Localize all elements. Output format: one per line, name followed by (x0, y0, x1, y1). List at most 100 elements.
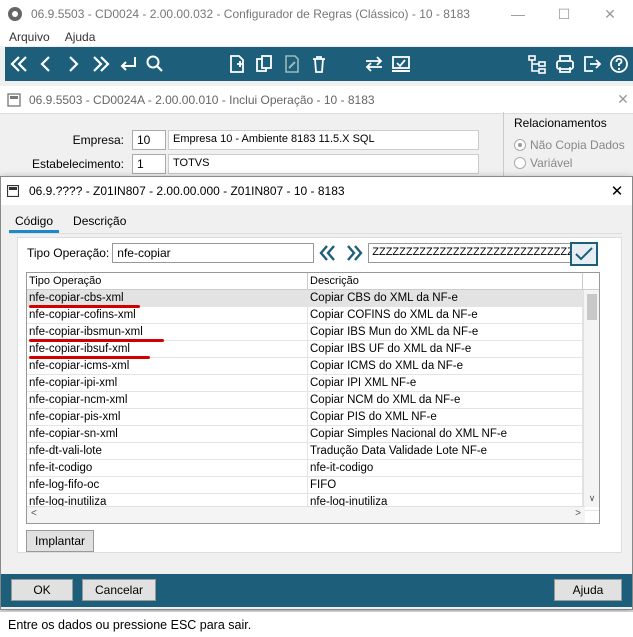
print-button[interactable] (551, 49, 578, 79)
cancelar-button[interactable]: Cancelar (82, 579, 156, 601)
cell-tipo-operacao: nfe-copiar-pis-xml (27, 409, 308, 425)
menu-ajuda[interactable]: Ajuda (65, 30, 96, 44)
cell-tipo-operacao: nfe-copiar-ncm-xml (27, 392, 308, 408)
table-row[interactable]: nfe-copiar-ipi-xml Copiar IPI XML NF-e (27, 375, 599, 392)
column-header-tipo-operacao[interactable]: Tipo Operação (27, 273, 308, 289)
dialog-title: 06.9.???? - Z01IN807 - 2.00.00.000 - Z01… (29, 184, 345, 198)
close-button[interactable]: ✕ (587, 0, 633, 28)
cell-tipo-operacao: nfe-copiar-cofins-xml (27, 307, 308, 323)
tab-codigo[interactable]: Código (9, 211, 60, 233)
lookup-dialog: 06.9.???? - Z01IN807 - 2.00.00.000 - Z01… (0, 176, 633, 610)
radio-variavel[interactable]: Variável (514, 156, 633, 170)
annotation-underline (29, 305, 140, 308)
table-row[interactable]: nfe-dt-vali-lote Tradução Data Validade L… (27, 443, 599, 460)
printer-icon (555, 55, 574, 73)
table-row[interactable]: nfe-copiar-sn-xml Copiar Simples Nacional… (27, 426, 599, 443)
delete-record-button[interactable] (305, 49, 332, 79)
help-icon (610, 55, 629, 73)
range-start-button[interactable] (316, 242, 340, 264)
minimize-button[interactable]: — (495, 0, 541, 28)
relacionamentos-group: Relacionamentos Não Copia Dados Variável (503, 112, 633, 182)
table-row[interactable]: nfe-copiar-icms-xml Copiar ICMS do XML da… (27, 358, 599, 375)
radio-nao-copia-dados[interactable]: Não Copia Dados (514, 138, 633, 152)
empresa-input[interactable]: 10 (132, 130, 166, 150)
maximize-button[interactable]: ☐ (541, 0, 587, 28)
copy-icon (256, 55, 273, 72)
search-input[interactable]: nfe-copiar (112, 243, 315, 263)
cell-tipo-operacao: nfe-copiar-ibsmun-xml (27, 324, 308, 340)
table-row[interactable]: nfe-log-fifo-oc FIFO (27, 477, 599, 494)
menu-arquivo[interactable]: Arquivo (9, 30, 50, 44)
menu-bar: Arquivo Ajuda (0, 28, 633, 46)
estabelecimento-input[interactable]: 1 (132, 154, 166, 174)
last-record-button[interactable] (87, 49, 114, 79)
estabelecimento-label: Estabelecimento: (31, 157, 124, 171)
main-window-titlebar: 06.9.5503 - CD0024 - 2.00.00.032 - Confi… (0, 0, 633, 28)
table-row[interactable]: nfe-copiar-pis-xml Copiar PIS do XML NF-e (27, 409, 599, 426)
swap-button[interactable] (360, 49, 387, 79)
ajuda-button[interactable]: Ajuda (554, 579, 622, 601)
range-end-button[interactable] (342, 242, 366, 264)
scroll-down-icon[interactable]: ∨ (584, 493, 599, 507)
cell-tipo-operacao: nfe-dt-vali-lote (27, 443, 308, 459)
dialog-button-bar: OK Cancelar Ajuda (1, 574, 632, 607)
tabs-divider (9, 233, 622, 234)
tab-descricao[interactable]: Descrição (67, 211, 132, 233)
goto-button[interactable] (114, 49, 141, 79)
edit-record-button[interactable] (278, 49, 305, 79)
cell-descricao: nfe-it-codigo (308, 460, 583, 476)
exit-button[interactable] (578, 49, 605, 79)
scroll-left-icon[interactable]: < (31, 508, 37, 519)
radio-nao-copia-label: Não Copia Dados (530, 138, 625, 152)
column-header-descricao[interactable]: Descrição (308, 273, 583, 289)
sub-close-button[interactable]: ✕ (613, 86, 633, 114)
next-record-button[interactable] (60, 49, 87, 79)
dialog-tabs: Código Descrição (9, 211, 140, 233)
dialog-close-button[interactable]: ✕ (602, 182, 632, 200)
range-end-input[interactable]: ZZZZZZZZZZZZZZZZZZZZZZZZZZZZZZZZZZZZ (368, 243, 573, 263)
chevron-right-icon (69, 56, 79, 72)
implantar-button[interactable]: Implantar (26, 530, 94, 552)
cell-descricao: Copiar PIS do XML NF-e (308, 409, 583, 425)
radio-selected-icon (514, 139, 526, 151)
app-logo-icon (8, 7, 22, 21)
double-chevron-left-icon (10, 56, 27, 72)
search-panel: Tipo Operação: nfe-copiar ZZZZZZZZZZZZZZ… (17, 237, 622, 553)
table-row[interactable]: nfe-it-codigo nfe-it-codigo (27, 460, 599, 477)
window-icon (7, 92, 21, 107)
annotation-underline (29, 356, 150, 359)
confirm-screen-button[interactable] (387, 49, 414, 79)
new-document-icon (230, 55, 244, 73)
ok-button[interactable]: OK (11, 579, 73, 601)
double-chevron-right-icon (92, 56, 110, 72)
copy-record-button[interactable] (251, 49, 278, 79)
apply-filter-button[interactable] (570, 242, 598, 266)
cell-tipo-operacao: nfe-copiar-ipi-xml (27, 375, 308, 391)
double-chevron-right-icon (347, 245, 363, 261)
previous-record-button[interactable] (32, 49, 59, 79)
relacionamentos-label: Relacionamentos (514, 116, 607, 130)
help-button[interactable] (606, 49, 633, 79)
table-row[interactable]: nfe-copiar-ncm-xml Copiar NCM do XML da N… (27, 392, 599, 409)
relations-button[interactable] (524, 49, 551, 79)
cell-descricao: FIFO (308, 477, 583, 493)
vertical-scrollbar[interactable]: ∨ (583, 290, 599, 507)
cell-descricao: Copiar CBS do XML da NF-e (308, 290, 583, 306)
new-record-button[interactable] (223, 49, 250, 79)
scroll-thumb[interactable] (587, 294, 597, 320)
search-icon (146, 55, 163, 72)
empresa-description: Empresa 10 - Ambiente 8183 11.5.X SQL (168, 130, 479, 150)
main-toolbar (5, 47, 633, 81)
return-arrow-icon (120, 57, 136, 71)
window-icon (7, 185, 19, 197)
horizontal-scrollbar[interactable]: < > (27, 506, 585, 523)
monitor-check-icon (391, 56, 410, 72)
search-button[interactable] (141, 49, 168, 79)
cell-descricao: Copiar COFINS do XML da NF-e (308, 307, 583, 323)
swap-arrows-icon (365, 56, 382, 72)
table-row[interactable]: nfe-copiar-cofins-xml Copiar COFINS do XM… (27, 307, 599, 324)
scroll-right-icon[interactable]: > (575, 508, 581, 519)
tree-icon (528, 55, 547, 74)
first-record-button[interactable] (5, 49, 32, 79)
cell-descricao: Copiar Simples Nacional do XML NF-e (308, 426, 583, 442)
